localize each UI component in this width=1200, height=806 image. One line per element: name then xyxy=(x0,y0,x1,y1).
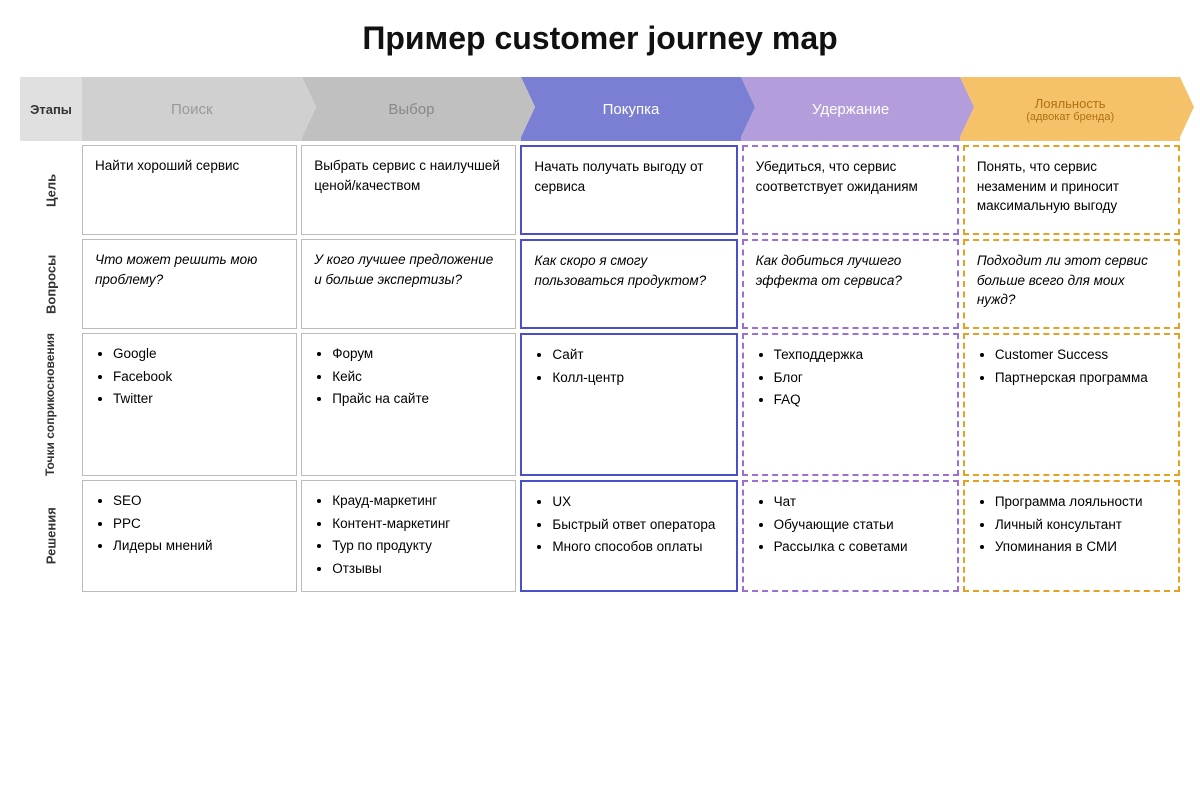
list-item: Чат xyxy=(774,492,945,512)
list-resheniya-vybor: Крауд-маркетинг Контент-маркетинг Тур по… xyxy=(314,491,503,578)
cell-voprosy-vybor: У кого лучшее предложение и больше экспе… xyxy=(301,239,516,329)
list-tochki-poisk: Google Facebook Twitter xyxy=(95,344,284,409)
list-item: Контент-маркетинг xyxy=(332,514,503,534)
cell-resheniya-vybor: Крауд-маркетинг Контент-маркетинг Тур по… xyxy=(301,480,516,592)
list-item: Программа лояльности xyxy=(995,492,1166,512)
stage-vybor: Выбор xyxy=(302,77,522,141)
cell-voprosy-pokupka: Как скоро я смогу пользоваться продуктом… xyxy=(520,239,737,329)
list-item: Facebook xyxy=(113,367,284,387)
list-item: Личный консультант xyxy=(995,515,1166,535)
list-resheniya-uderzhanie: Чат Обучающие статьи Рассылка с советами xyxy=(756,492,945,557)
cell-voprosy-poisk: Что может решить мою проблему? xyxy=(82,239,297,329)
cell-resheniya-uderzhanie: Чат Обучающие статьи Рассылка с советами xyxy=(742,480,959,592)
row-label-cel: Цель xyxy=(20,145,82,235)
row-label-resheniya: Решения xyxy=(20,480,82,592)
row-cel-cells: Найти хороший сервис Выбрать сервис с на… xyxy=(82,145,1180,235)
cell-voprosy-uderzhanie: Как добиться лучшего эффекта от сервиса? xyxy=(742,239,959,329)
row-label-voprosy: Вопросы xyxy=(20,239,82,329)
cell-resheniya-loyalnost: Программа лояльности Личный консультант … xyxy=(963,480,1180,592)
list-item: FAQ xyxy=(774,390,945,410)
cell-resheniya-poisk: SEO PPC Лидеры мнений xyxy=(82,480,297,592)
stage-uderzhanie: Удержание xyxy=(741,77,961,141)
list-item: Блог xyxy=(774,368,945,388)
list-item: Рассылка с советами xyxy=(774,537,945,557)
list-item: Сайт xyxy=(552,345,723,365)
cell-cel-vybor: Выбрать сервис с наилучшей ценой/качеств… xyxy=(301,145,516,235)
list-item: Техподдержка xyxy=(774,345,945,365)
row-resheniya: Решения SEO PPC Лидеры мнений Крауд-марк… xyxy=(20,480,1180,592)
list-item: Быстрый ответ оператора xyxy=(552,515,723,535)
customer-journey-map: Этапы Поиск Выбор Покупка Удержание Лоял… xyxy=(20,77,1180,592)
list-item: UX xyxy=(552,492,723,512)
list-resheniya-poisk: SEO PPC Лидеры мнений xyxy=(95,491,284,556)
row-voprosy-cells: Что может решить мою проблему? У кого лу… xyxy=(82,239,1180,329)
list-item: Обучающие статьи xyxy=(774,515,945,535)
row-tochki-cells: Google Facebook Twitter Форум Кейс Прайс… xyxy=(82,333,1180,476)
cell-tochki-poisk: Google Facebook Twitter xyxy=(82,333,297,476)
list-tochki-uderzhanie: Техподдержка Блог FAQ xyxy=(756,345,945,410)
stage-pokupka: Покупка xyxy=(521,77,741,141)
list-item: Колл-центр xyxy=(552,368,723,388)
list-item: Крауд-маркетинг xyxy=(332,491,503,511)
list-item: Кейс xyxy=(332,367,503,387)
cell-cel-uderzhanie: Убедиться, что сервис соответствует ожид… xyxy=(742,145,959,235)
cell-cel-poisk: Найти хороший сервис xyxy=(82,145,297,235)
stages-arrows-container: Поиск Выбор Покупка Удержание Лояльность… xyxy=(82,77,1180,141)
cell-cel-loyalnost: Понять, что сервис незаменим и приносит … xyxy=(963,145,1180,235)
list-item: Google xyxy=(113,344,284,364)
stages-header-row: Этапы Поиск Выбор Покупка Удержание Лоял… xyxy=(20,77,1180,141)
row-voprosy: Вопросы Что может решить мою проблему? У… xyxy=(20,239,1180,329)
row-resheniya-cells: SEO PPC Лидеры мнений Крауд-маркетинг Ко… xyxy=(82,480,1180,592)
cell-tochki-uderzhanie: Техподдержка Блог FAQ xyxy=(742,333,959,476)
stage-poisk: Поиск xyxy=(82,77,302,141)
list-item: Форум xyxy=(332,344,503,364)
list-item: Упоминания в СМИ xyxy=(995,537,1166,557)
list-item: Customer Success xyxy=(995,345,1166,365)
cell-voprosy-loyalnost: Подходит ли этот сервис больше всего для… xyxy=(963,239,1180,329)
row-label-tochki: Точки сопри­косно­вения xyxy=(20,333,82,476)
list-item: Лидеры мнений xyxy=(113,536,284,556)
stage-loyalnost: Лояльность (адвокат бренда) xyxy=(960,77,1180,141)
list-item: Прайс на сайте xyxy=(332,389,503,409)
list-item: Тур по продукту xyxy=(332,536,503,556)
list-tochki-pokupka: Сайт Колл-центр xyxy=(534,345,723,387)
list-item: Много способов оплаты xyxy=(552,537,723,557)
list-item: Партнерская программа xyxy=(995,368,1166,388)
cell-tochki-loyalnost: Customer Success Партнерская программа xyxy=(963,333,1180,476)
cell-tochki-vybor: Форум Кейс Прайс на сайте xyxy=(301,333,516,476)
page-title: Пример customer journey map xyxy=(20,20,1180,57)
list-item: SEO xyxy=(113,491,284,511)
list-item: Отзывы xyxy=(332,559,503,579)
row-tochki: Точки сопри­косно­вения Google Facebook … xyxy=(20,333,1180,476)
list-tochki-vybor: Форум Кейс Прайс на сайте xyxy=(314,344,503,409)
cell-resheniya-pokupka: UX Быстрый ответ оператора Много способо… xyxy=(520,480,737,592)
cell-cel-pokupka: Начать получать выгоду от сервиса xyxy=(520,145,737,235)
list-resheniya-pokupka: UX Быстрый ответ оператора Много способо… xyxy=(534,492,723,557)
row-cel: Цель Найти хороший сервис Выбрать сервис… xyxy=(20,145,1180,235)
list-tochki-loyalnost: Customer Success Партнерская программа xyxy=(977,345,1166,387)
list-resheniya-loyalnost: Программа лояльности Личный консультант … xyxy=(977,492,1166,557)
list-item: PPC xyxy=(113,514,284,534)
stages-label: Этапы xyxy=(20,77,82,141)
list-item: Twitter xyxy=(113,389,284,409)
cell-tochki-pokupka: Сайт Колл-центр xyxy=(520,333,737,476)
